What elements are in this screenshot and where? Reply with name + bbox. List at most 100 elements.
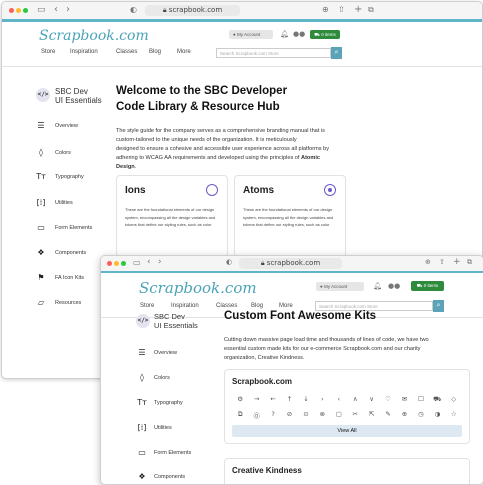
site-top-border (2, 19, 482, 22)
back-icon[interactable]: ‹ (147, 258, 151, 267)
user-icon: ● (233, 32, 236, 37)
download-icon[interactable]: ⊕ (425, 259, 431, 266)
share-icon[interactable]: ⇧ (439, 259, 445, 266)
nav-classes[interactable]: Classes (216, 303, 237, 309)
browser-toolbar: ▭ ‹ › ◐ 🔒︎ scrapbook.com ⊕ ⇧ + ⧉ (2, 2, 482, 20)
sidebar-item-resources[interactable]: Resources (55, 300, 81, 306)
nav-blog[interactable]: Blog (251, 303, 263, 309)
kit-glyph-icon: ✉ (401, 395, 408, 403)
bell-icon[interactable]: 🔔︎ (373, 283, 382, 290)
view-all-button[interactable]: View All (232, 425, 462, 437)
search-input[interactable]: Search Scrapbook.com Store (216, 48, 331, 58)
card-text: These are the foundational elements of o… (243, 206, 333, 229)
font-awesome-icon: ⚑ (37, 273, 45, 282)
cart-button[interactable]: ⛟ 0 items (411, 281, 444, 291)
nav-more[interactable]: More (279, 303, 293, 309)
kit-glyph-icon: ✂ (352, 410, 358, 418)
lock-icon: 🔒︎ (260, 259, 265, 267)
nav-store[interactable]: Store (41, 49, 55, 55)
community-icon[interactable]: ●● (388, 283, 400, 290)
folder-icon: ▱ (37, 298, 45, 307)
cart-icon: ⛟ (416, 283, 423, 288)
site-top-border (101, 271, 483, 273)
page-title-line1: Welcome to the SBC Developer (116, 85, 288, 97)
minimize-window-button[interactable] (16, 8, 21, 13)
nav-more[interactable]: More (177, 49, 191, 55)
site-logo[interactable]: Scrapbook.com (39, 28, 149, 44)
sidebar-item-fa-icon-kits[interactable]: FA Icon Kits (55, 275, 84, 281)
atoms-card[interactable]: Atoms These are the foundational element… (234, 175, 346, 257)
intro-line: The style guide for the company serves a… (116, 128, 325, 134)
kit-glyph-icon: ∨ (369, 395, 375, 403)
cart-button[interactable]: ⛟ 0 items (310, 30, 340, 39)
tabs-overview-icon[interactable]: ⧉ (368, 6, 374, 14)
bell-icon[interactable]: 🔔︎ (280, 31, 289, 38)
sidebar-item-form-elements[interactable]: Form Elements (55, 225, 92, 231)
intro-line: organization, Creative Kindness. (224, 355, 305, 361)
kit-glyph-icon: ⓪ (253, 412, 260, 420)
nav-store[interactable]: Store (140, 303, 154, 309)
nav-blog[interactable]: Blog (149, 49, 161, 55)
shield-icon[interactable]: ◐ (226, 259, 232, 266)
ions-icon (206, 184, 218, 196)
search-button[interactable]: ⌕ (433, 300, 444, 312)
kit-glyph-icon: › (321, 395, 324, 403)
kit-glyph-icon: ✎ (385, 410, 391, 418)
sidebar-item-colors[interactable]: Colors (154, 375, 170, 381)
url-text: scrapbook.com (266, 259, 321, 267)
forward-icon[interactable]: › (66, 5, 70, 15)
sidebar-item-utilities[interactable]: Utilities (55, 200, 73, 206)
share-icon[interactable]: ⇧ (338, 6, 345, 14)
search-button[interactable]: ⌕ (331, 47, 342, 59)
kit-glyph-icon: ↑ (286, 395, 293, 403)
sidebar-item-form-elements[interactable]: Form Elements (154, 450, 191, 456)
close-window-button[interactable] (107, 261, 112, 266)
shield-icon[interactable]: ◐ (130, 6, 137, 14)
sidebar-toggle-icon[interactable]: ▭ (133, 259, 141, 267)
download-icon[interactable]: ⊕ (322, 6, 329, 14)
kit-glyph-icon: ⚙ (237, 395, 244, 403)
sidebar-item-components[interactable]: Components (55, 250, 86, 256)
my-account-button[interactable]: ● My Account (316, 282, 364, 291)
creative-kindness-kit-card: Creative Kindness (224, 458, 470, 484)
list-icon: ☰ (37, 121, 45, 130)
sidebar-item-colors[interactable]: Colors (55, 150, 71, 156)
sidebar-item-typography[interactable]: Typography (55, 174, 84, 180)
intro-text: adhering to WCAG AA requirements and dev… (116, 155, 300, 161)
ions-card[interactable]: Ions These are the foundational elements… (116, 175, 228, 257)
community-icon[interactable]: ●● (293, 31, 305, 38)
kit-glyph-icon: ∧ (352, 395, 358, 403)
card-line: tokens that define our styling rules, su… (125, 222, 212, 227)
url-bar[interactable]: 🔒︎ scrapbook.com (145, 5, 240, 16)
sidebar-item-utilities[interactable]: Utilities (154, 425, 172, 431)
kit-glyph-icon: ◇ (451, 395, 457, 403)
sidebar-item-overview[interactable]: Overview (154, 350, 177, 356)
minimize-window-button[interactable] (114, 261, 119, 266)
maximize-window-button[interactable] (23, 8, 28, 13)
close-window-button[interactable] (9, 8, 14, 13)
nav-classes[interactable]: Classes (116, 49, 137, 55)
sidebar-item-overview[interactable]: Overview (55, 123, 78, 129)
kit-title: Scrapbook.com (232, 377, 293, 386)
back-icon[interactable]: ‹ (54, 5, 58, 15)
nav-inspiration[interactable]: Inspiration (70, 49, 98, 55)
kit-glyph-icon: ⊘ (286, 410, 293, 418)
intro-line: designed to ensure a cohesive and access… (116, 146, 329, 152)
sidebar-item-typography[interactable]: Typography (154, 400, 183, 406)
maximize-window-button[interactable] (121, 261, 126, 266)
atomic-bold: Atomic (301, 155, 320, 161)
nav-inspiration[interactable]: Inspiration (171, 303, 199, 309)
site-logo[interactable]: Scrapbook.com (139, 279, 257, 297)
url-bar[interactable]: 🔒︎ scrapbook.com (239, 258, 342, 269)
card-title: Ions (125, 185, 146, 196)
new-tab-icon[interactable]: + (354, 5, 362, 15)
kit-glyph-icon: ▢ (335, 410, 342, 418)
my-account-button[interactable]: ● My Account (229, 30, 273, 39)
kit-glyph-icon: ← (270, 395, 276, 403)
sidebar-toggle-icon[interactable]: ▭ (37, 6, 46, 15)
brackets-icon: [⁞] (36, 198, 46, 207)
tabs-overview-icon[interactable]: ⧉ (467, 259, 472, 266)
new-tab-icon[interactable]: + (453, 258, 461, 267)
forward-icon[interactable]: › (158, 258, 162, 267)
sidebar-item-components[interactable]: Components (154, 474, 185, 480)
